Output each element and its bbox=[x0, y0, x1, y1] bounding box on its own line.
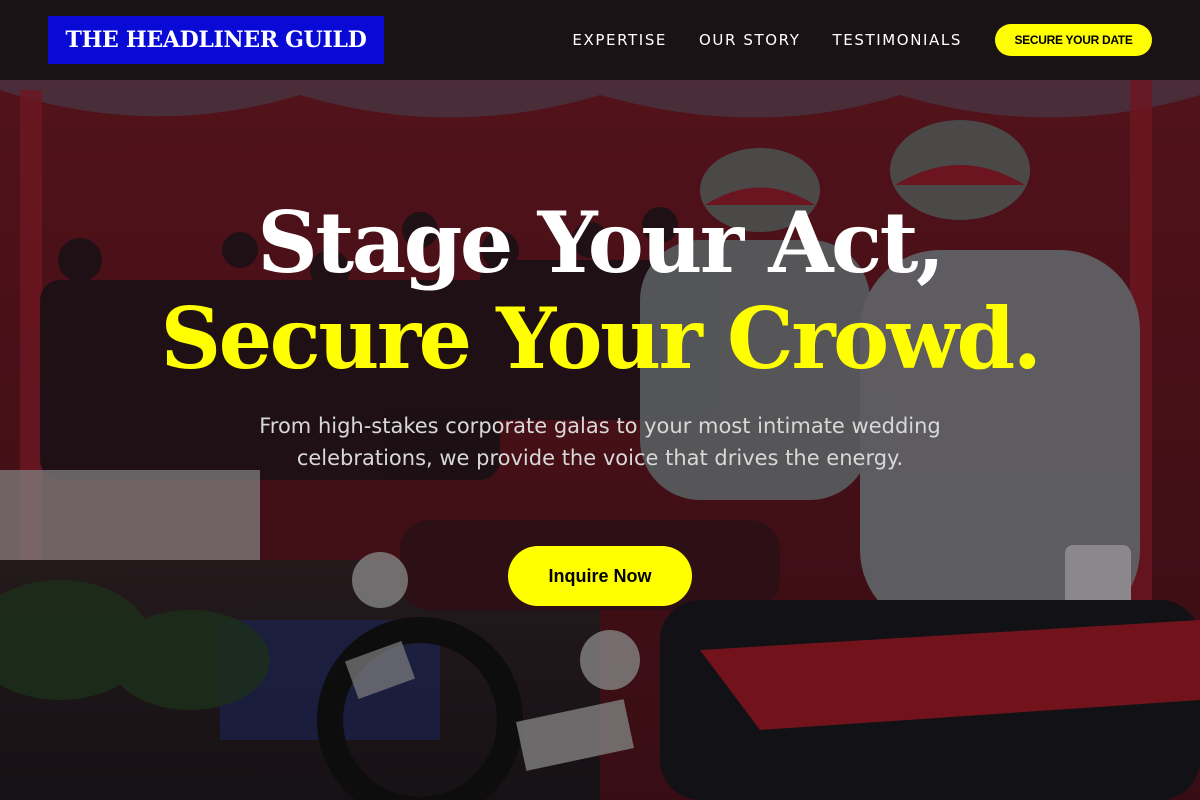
hero-title-line-2: Secure Your Crowd. bbox=[160, 289, 1042, 388]
hero-dark-overlay bbox=[0, 0, 1200, 800]
site-header: THE HEADLINER GUILD EXPERTISE OUR STORY … bbox=[0, 0, 1200, 80]
landing-page: THE HEADLINER GUILD EXPERTISE OUR STORY … bbox=[0, 0, 1200, 800]
nav-link-expertise[interactable]: EXPERTISE bbox=[572, 31, 667, 49]
brand-logo[interactable]: THE HEADLINER GUILD bbox=[48, 16, 384, 64]
inquire-now-button[interactable]: Inquire Now bbox=[508, 546, 692, 606]
hero-title-line-1: Stage Your Act, bbox=[257, 193, 945, 292]
nav-link-our-story[interactable]: OUR STORY bbox=[699, 31, 801, 49]
main-nav: EXPERTISE OUR STORY TESTIMONIALS bbox=[572, 0, 962, 80]
nav-link-testimonials[interactable]: TESTIMONIALS bbox=[833, 31, 962, 49]
secure-your-date-button[interactable]: SECURE YOUR DATE bbox=[995, 24, 1152, 56]
hero-title: Stage Your Act, Secure Your Crowd. bbox=[0, 195, 1200, 387]
hero-subtitle: From high-stakes corporate galas to your… bbox=[259, 414, 941, 470]
